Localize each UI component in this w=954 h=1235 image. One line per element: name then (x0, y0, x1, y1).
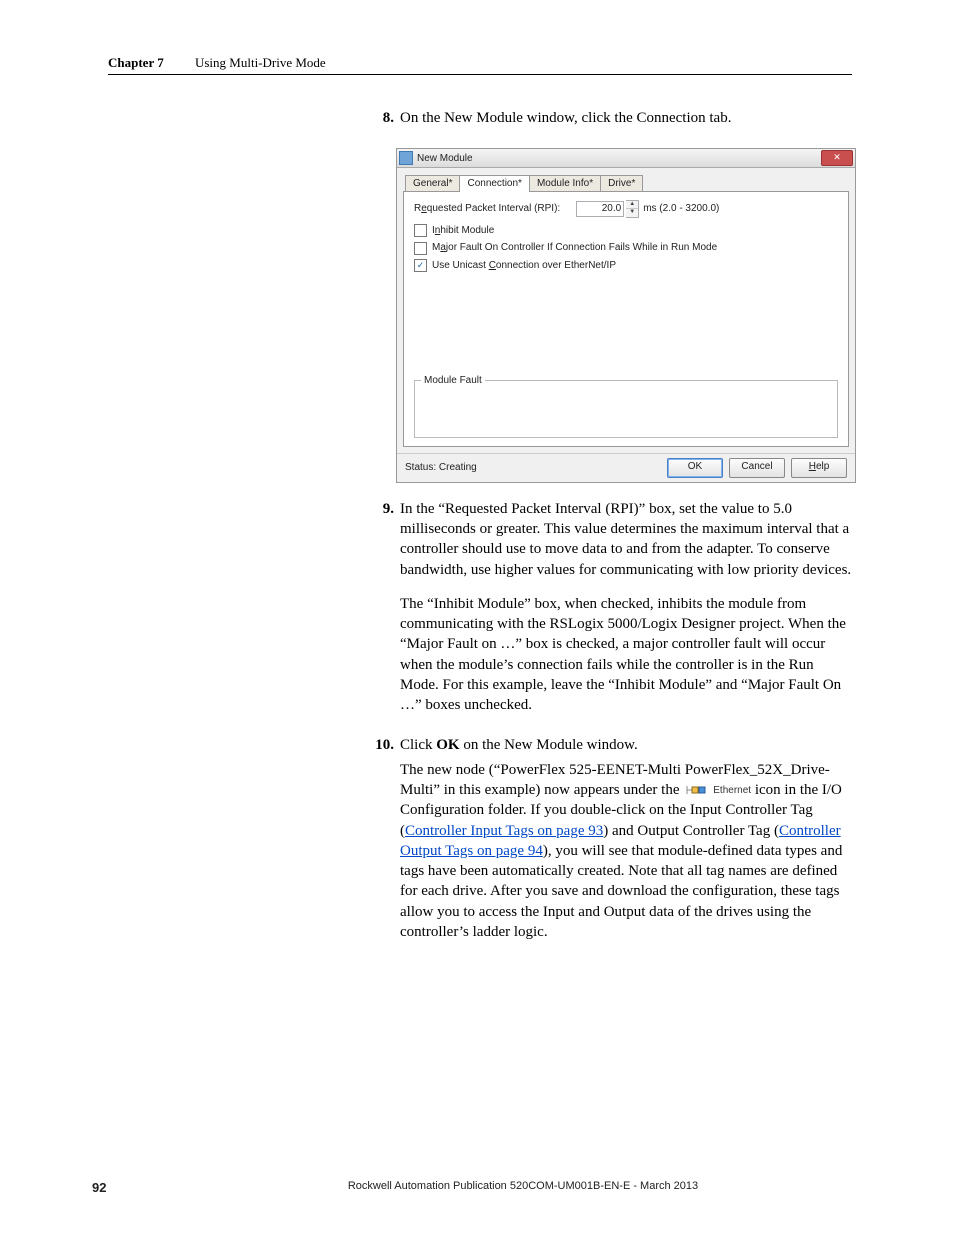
help-button[interactable]: Help (791, 458, 847, 478)
module-fault-panel: Module Fault (414, 380, 838, 438)
rpi-spinner[interactable]: ▲▼ (626, 200, 639, 218)
new-module-dialog: New Module ✕ General* Connection* Module… (396, 148, 856, 483)
page-number: 92 (92, 1180, 182, 1195)
ethernet-tree-icon (683, 780, 709, 800)
step-10: 10. Click OK on the New Module window. T… (358, 735, 854, 956)
dialog-statusbar: Status: Creating OK Cancel Help (397, 453, 855, 482)
chapter-label: Chapter 7 (108, 55, 164, 70)
tab-module-info[interactable]: Module Info* (529, 175, 601, 192)
module-fault-legend: Module Fault (421, 374, 485, 388)
step-10-lead: Click OK on the New Module window. (400, 735, 854, 755)
rpi-unit: ms (2.0 - 3200.0) (643, 202, 719, 216)
step-8: 8. On the New Module window, click the C… (358, 108, 854, 142)
inhibit-module-checkbox-row: Inhibit Module (414, 224, 838, 238)
rpi-label: Requested Packet Interval (RPI): (414, 202, 560, 216)
header-rule (108, 74, 852, 75)
system-icon (399, 151, 413, 165)
step-9: 9. In the “Requested Packet Interval (RP… (358, 499, 854, 730)
inhibit-module-label: Inhibit Module (432, 224, 494, 238)
chapter-title: Using Multi-Drive Mode (195, 55, 326, 70)
step-number: 8. (358, 108, 400, 142)
step-8-text: On the New Module window, click the Conn… (400, 108, 854, 128)
connection-tab-body: Requested Packet Interval (RPI): 20.0▲▼ … (403, 191, 849, 447)
cancel-button[interactable]: Cancel (729, 458, 785, 478)
page-footer: 92 Rockwell Automation Publication 520CO… (92, 1180, 864, 1195)
tab-general[interactable]: General* (405, 175, 460, 192)
unicast-label: Use Unicast Connection over EtherNet/IP (432, 259, 616, 273)
inhibit-module-checkbox[interactable] (414, 224, 427, 237)
status-text: Status: Creating (405, 461, 661, 475)
dialog-titlebar: New Module ✕ (397, 149, 855, 168)
step-number: 10. (358, 735, 400, 956)
major-fault-checkbox-row: Major Fault On Controller If Connection … (414, 241, 838, 255)
page-header: Chapter 7 Using Multi-Drive Mode (108, 55, 326, 71)
rpi-row: Requested Packet Interval (RPI): 20.0▲▼ … (414, 200, 838, 218)
rpi-input[interactable]: 20.0 (576, 201, 624, 217)
link-controller-input-tags[interactable]: Controller Input Tags on page 93 (405, 823, 603, 839)
step-9-p2: The “Inhibit Module” box, when checked, … (400, 594, 854, 716)
dialog-title: New Module (417, 152, 821, 166)
step-10-body: The new node (“PowerFlex 525-EENET-Multi… (400, 760, 854, 943)
step-number: 9. (358, 499, 400, 730)
ok-button[interactable]: OK (667, 458, 723, 478)
dialog-tabs: General* Connection* Module Info* Drive* (397, 168, 855, 191)
major-fault-label: Major Fault On Controller If Connection … (432, 241, 717, 255)
close-icon[interactable]: ✕ (821, 150, 853, 166)
tab-connection[interactable]: Connection* (459, 175, 529, 192)
major-fault-checkbox[interactable] (414, 242, 427, 255)
ethernet-icon-label: Ethernet (713, 785, 751, 796)
tab-drive[interactable]: Drive* (600, 175, 643, 192)
unicast-checkbox-row: ✓ Use Unicast Connection over EtherNet/I… (414, 259, 838, 273)
step-9-p1: In the “Requested Packet Interval (RPI)”… (400, 499, 854, 580)
body-content: 8. On the New Module window, click the C… (358, 108, 854, 962)
publication-info: Rockwell Automation Publication 520COM-U… (182, 1180, 864, 1195)
unicast-checkbox[interactable]: ✓ (414, 259, 427, 272)
